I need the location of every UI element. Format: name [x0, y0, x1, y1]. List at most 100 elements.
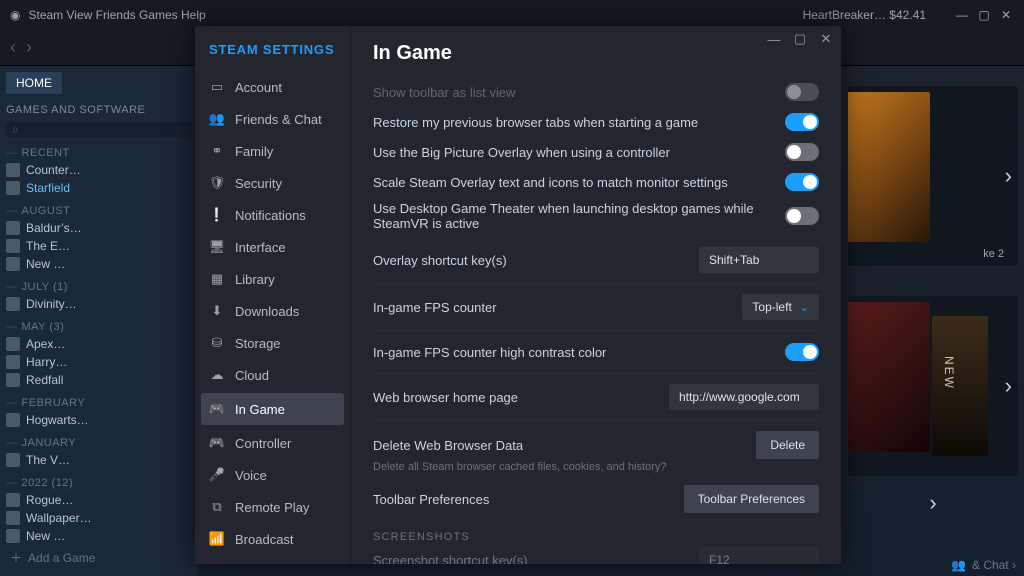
toolbar-pref-button[interactable]: Toolbar Preferences: [684, 485, 819, 513]
search-icon: ⌕: [12, 122, 19, 137]
library-game-item[interactable]: Counter…: [6, 163, 192, 177]
friends-chat-label: & Chat ›: [972, 558, 1016, 572]
sidebar-item-label: Downloads: [235, 304, 299, 319]
scale-overlay-toggle[interactable]: [785, 173, 819, 191]
chevron-right-icon[interactable]: ›: [1005, 163, 1012, 189]
sidebar-item-account[interactable]: ▭Account: [195, 71, 350, 103]
library-category[interactable]: RECENT: [6, 147, 192, 159]
sidebar-item-label: Music: [235, 564, 269, 565]
library-category[interactable]: FEBRUARY: [6, 397, 192, 409]
main-close-icon[interactable]: ✕: [998, 8, 1014, 22]
divider: [373, 373, 819, 374]
sidebar-item-label: Controller: [235, 436, 291, 451]
library-game-item[interactable]: Divinity…: [6, 297, 192, 311]
sidebar-item-controller[interactable]: 🎮Controller: [195, 427, 350, 459]
fps-contrast-label: In-game FPS counter high contrast color: [373, 345, 785, 360]
toolbar-list-toggle[interactable]: [785, 83, 819, 101]
sidebar-item-remote-play[interactable]: ⧉Remote Play: [195, 491, 350, 523]
sidebar-item-library[interactable]: ▦Library: [195, 263, 350, 295]
game-icon: [6, 239, 20, 253]
sidebar-item-family[interactable]: ⚭Family: [195, 135, 350, 167]
screenshots-heading: SCREENSHOTS: [373, 531, 819, 543]
game-name: New …: [26, 529, 65, 543]
plus-icon: ＋: [10, 549, 22, 566]
main-minimize-icon[interactable]: —: [954, 8, 970, 22]
chevron-right-icon[interactable]: ›: [1005, 373, 1012, 399]
game-name: The E…: [26, 239, 70, 253]
friends-chat-button[interactable]: 👥& Chat ›: [951, 558, 1016, 572]
desktop-theater-toggle[interactable]: [785, 207, 819, 225]
overlay-shortcut-input[interactable]: Shift+Tab: [699, 247, 819, 273]
library-game-item[interactable]: New …: [6, 529, 192, 543]
add-game-button[interactable]: ＋Add a Game: [6, 543, 192, 572]
library-game-item[interactable]: Apex…: [6, 337, 192, 351]
library-category[interactable]: 2022 (12): [6, 477, 192, 489]
library-game-item[interactable]: Wallpaper…: [6, 511, 192, 525]
sidebar-item-label: Voice: [235, 468, 267, 483]
game-icon: [6, 257, 20, 271]
game-name: Counter…: [26, 163, 81, 177]
library-game-item[interactable]: New …: [6, 257, 192, 271]
tab-home[interactable]: HOME: [6, 72, 62, 94]
main-maximize-icon[interactable]: ▢: [976, 8, 992, 22]
library-search[interactable]: ⌕: [6, 122, 192, 137]
game-icon: [6, 373, 20, 387]
screenshot-shortcut-input[interactable]: F12: [699, 547, 819, 564]
row-toolbar-list: Show toolbar as list view: [373, 77, 819, 107]
chevron-right-icon[interactable]: ›: [848, 490, 1018, 516]
sidebar-item-storage[interactable]: ⛁Storage: [195, 327, 350, 359]
library-game-item[interactable]: Baldur’s…: [6, 221, 192, 235]
game-icon: [6, 221, 20, 235]
sidebar-item-in-game[interactable]: 🎮In Game: [201, 393, 344, 425]
game-icon: [6, 493, 20, 507]
library-category[interactable]: JANUARY: [6, 437, 192, 449]
sidebar-item-interface[interactable]: 🖥Interface: [195, 231, 350, 263]
game-icon: [6, 337, 20, 351]
library-game-item[interactable]: Harry…: [6, 355, 192, 369]
games-header: GAMES AND SOFTWARE: [6, 104, 192, 116]
screenshot-shortcut-label: Screenshot shortcut key(s): [373, 553, 699, 565]
main-menubar[interactable]: Steam View Friends Games Help: [28, 8, 205, 22]
big-picture-toggle[interactable]: [785, 143, 819, 161]
carousel-card[interactable]: › NEW: [848, 296, 1018, 476]
row-big-picture: Use the Big Picture Overlay when using a…: [373, 137, 819, 167]
library-game-item[interactable]: Starfield: [6, 181, 192, 195]
sidebar-item-notifications[interactable]: ❕Notifications: [195, 199, 350, 231]
homepage-label: Web browser home page: [373, 390, 669, 405]
fps-counter-select[interactable]: Top-left ⌄: [742, 294, 819, 320]
user-block[interactable]: HeartBreaker… $42.41: [803, 8, 926, 22]
sidebar-item-music[interactable]: ♫Music: [195, 555, 350, 564]
sidebar-item-friends-chat[interactable]: 👥Friends & Chat: [195, 103, 350, 135]
library-game-item[interactable]: Hogwarts…: [6, 413, 192, 427]
library-category[interactable]: AUGUST: [6, 205, 192, 217]
game-thumbnail: [848, 302, 930, 452]
library-game-item[interactable]: The V…: [6, 453, 192, 467]
sidebar-item-broadcast[interactable]: 📶Broadcast: [195, 523, 350, 555]
carousel-card[interactable]: › ke 2: [848, 86, 1018, 266]
delete-browser-button[interactable]: Delete: [756, 431, 819, 459]
voice-icon: 🎤: [209, 467, 225, 483]
desktop-theater-label: Use Desktop Game Theater when launching …: [373, 201, 785, 231]
nav-forward-icon[interactable]: ›: [26, 37, 32, 58]
library-game-item[interactable]: The E…: [6, 239, 192, 253]
sidebar-item-label: In Game: [235, 402, 285, 417]
settings-sidenav: STEAM SETTINGS ▭Account👥Friends & Chat⚭F…: [195, 26, 351, 564]
homepage-input[interactable]: http://www.google.com: [669, 384, 819, 410]
library-game-item[interactable]: Rogue…: [6, 493, 192, 507]
fps-contrast-toggle[interactable]: [785, 343, 819, 361]
sidebar-item-label: Family: [235, 144, 273, 159]
library-game-item[interactable]: Redfall: [6, 373, 192, 387]
sidebar-item-security[interactable]: 🛡Security: [195, 167, 350, 199]
settings-title: STEAM SETTINGS: [195, 42, 350, 71]
sidebar-item-voice[interactable]: 🎤 Voice: [195, 459, 350, 491]
game-name: Wallpaper…: [26, 511, 92, 525]
scale-overlay-label: Scale Steam Overlay text and icons to ma…: [373, 175, 785, 190]
library-category[interactable]: JULY (1): [6, 281, 192, 293]
library-category[interactable]: MAY (3): [6, 321, 192, 333]
game-name: Starfield: [26, 181, 70, 195]
sidebar-item-cloud[interactable]: ☁Cloud: [195, 359, 350, 391]
restore-tabs-toggle[interactable]: [785, 113, 819, 131]
sidebar-item-downloads[interactable]: ⬇Downloads: [195, 295, 350, 327]
nav-back-icon[interactable]: ‹: [10, 37, 16, 58]
game-icon: [6, 453, 20, 467]
